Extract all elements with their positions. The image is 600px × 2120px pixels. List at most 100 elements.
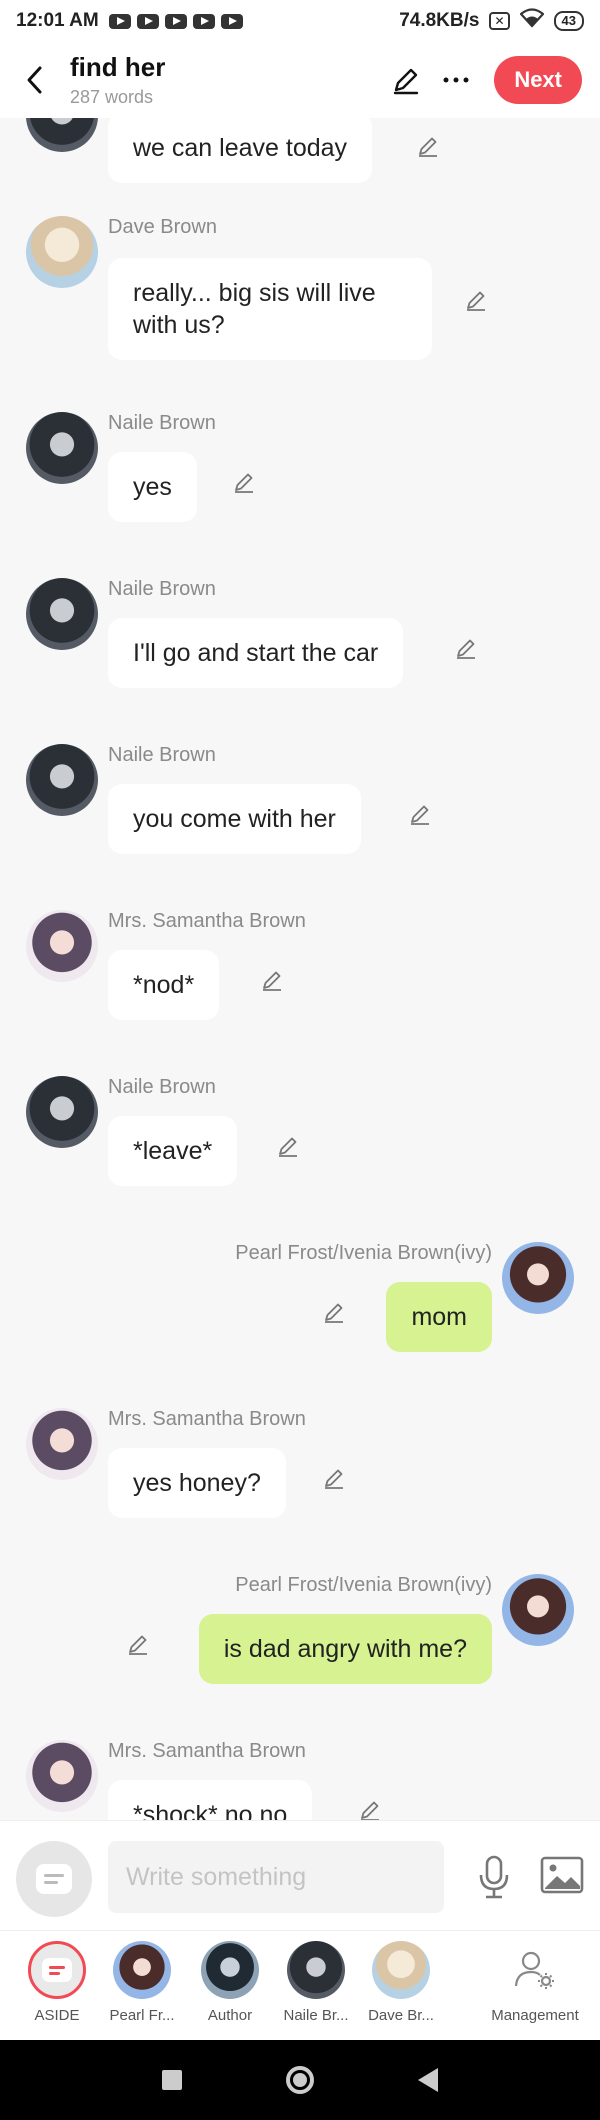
status-time: 12:01 AM bbox=[16, 10, 99, 31]
edit-message-button[interactable] bbox=[406, 800, 434, 828]
image-button[interactable] bbox=[540, 1855, 584, 1895]
message-bubble[interactable]: really... big sis will live with us? bbox=[108, 258, 432, 360]
pencil-icon bbox=[411, 805, 429, 825]
pencil-icon bbox=[457, 639, 475, 659]
edit-message-button[interactable] bbox=[258, 966, 286, 994]
character-label: ASIDE bbox=[34, 2007, 80, 2024]
microphone-icon bbox=[479, 1855, 509, 1899]
next-button[interactable]: Next bbox=[494, 56, 582, 104]
avatar-pearl-frost[interactable] bbox=[502, 1242, 574, 1314]
edit-message-button[interactable] bbox=[452, 634, 480, 662]
message-bubble[interactable]: is dad angry with me? bbox=[198, 1614, 492, 1684]
edit-message-button[interactable] bbox=[462, 286, 490, 314]
character-aside[interactable]: ASIDE bbox=[12, 1941, 102, 2024]
aside-avatar bbox=[28, 1941, 86, 1999]
pencil-icon bbox=[263, 971, 281, 991]
system-nav-bar bbox=[0, 2040, 600, 2120]
input-bar bbox=[0, 1820, 600, 1930]
avatar bbox=[201, 1941, 259, 1999]
recents-button[interactable] bbox=[162, 2070, 182, 2090]
more-dots-icon bbox=[443, 77, 469, 83]
avatar bbox=[372, 1941, 430, 1999]
avatar-samantha-brown[interactable] bbox=[26, 1408, 98, 1480]
edit-message-button[interactable] bbox=[274, 1132, 302, 1160]
sender-name: Mrs. Samantha Brown bbox=[108, 1740, 306, 1762]
avatar-dave-brown[interactable] bbox=[26, 216, 98, 288]
title-block: find her 287 words bbox=[70, 52, 384, 108]
wifi-icon bbox=[518, 8, 545, 34]
avatar-samantha-brown[interactable] bbox=[26, 1740, 98, 1812]
pencil-icon bbox=[279, 1137, 297, 1157]
youtube-icon bbox=[220, 13, 243, 29]
character-author[interactable]: Author bbox=[185, 1941, 275, 2024]
avatar-naile-brown[interactable] bbox=[26, 118, 98, 152]
pencil-icon bbox=[325, 1303, 343, 1323]
avatar-naile-brown[interactable] bbox=[26, 412, 98, 484]
management-button[interactable]: Management bbox=[480, 1941, 590, 2024]
message-bubble[interactable]: you come with her bbox=[108, 784, 361, 854]
chat-bubble-icon bbox=[36, 1864, 72, 1894]
avatar-naile-brown[interactable] bbox=[26, 578, 98, 650]
pencil-icon bbox=[419, 137, 437, 157]
page-title: find her bbox=[70, 52, 166, 82]
message-bubble[interactable]: *shock* no no bbox=[108, 1780, 313, 1820]
character-naile-brown[interactable]: Naile Br... bbox=[271, 1941, 361, 2024]
pencil-icon bbox=[361, 1801, 379, 1820]
status-bar: 12:01 AM 74.8KB/s ✕ 43 bbox=[0, 0, 600, 42]
sim-icon: ✕ bbox=[489, 12, 510, 30]
sender-name: Dave Brown bbox=[108, 216, 217, 238]
battery-icon: 43 bbox=[553, 11, 584, 31]
word-count: 287 words bbox=[70, 87, 154, 107]
pencil-icon bbox=[129, 1635, 147, 1655]
edit-message-button[interactable] bbox=[320, 1464, 348, 1492]
avatar-naile-brown[interactable] bbox=[26, 1076, 98, 1148]
character-label: Author bbox=[207, 2007, 253, 2024]
header: find her 287 words Next bbox=[0, 42, 600, 118]
youtube-icon bbox=[164, 13, 187, 29]
chat-area[interactable]: we can leave today Dave Brown really... … bbox=[0, 118, 600, 1820]
avatar-pearl-frost[interactable] bbox=[502, 1574, 574, 1646]
edit-message-button[interactable] bbox=[356, 1796, 384, 1820]
edit-message-button[interactable] bbox=[124, 1630, 152, 1658]
message-bubble[interactable]: *leave* bbox=[108, 1116, 238, 1186]
aside-button[interactable] bbox=[16, 1841, 92, 1917]
sender-name: Mrs. Samantha Brown bbox=[108, 910, 306, 932]
message-input[interactable] bbox=[108, 1841, 444, 1913]
character-label: Naile Br... bbox=[283, 2007, 349, 2024]
image-icon bbox=[540, 1856, 584, 1894]
youtube-icon bbox=[136, 13, 159, 29]
character-bar: ASIDE Pearl Fr... Author Naile Br... Dav… bbox=[0, 1930, 600, 2040]
pencil-icon bbox=[325, 1469, 343, 1489]
pencil-icon bbox=[467, 291, 485, 311]
message-bubble[interactable]: *nod* bbox=[108, 950, 220, 1020]
youtube-icon bbox=[192, 13, 215, 29]
sender-name: Naile Brown bbox=[108, 578, 216, 600]
message-bubble[interactable]: we can leave today bbox=[108, 118, 373, 183]
sender-name: Mrs. Samantha Brown bbox=[108, 1408, 306, 1430]
edit-message-button[interactable] bbox=[414, 132, 442, 160]
edit-message-button[interactable] bbox=[230, 468, 258, 496]
avatar-samantha-brown[interactable] bbox=[26, 910, 98, 982]
character-label: Pearl Fr... bbox=[109, 2007, 175, 2024]
edit-message-button[interactable] bbox=[320, 1298, 348, 1326]
home-button[interactable] bbox=[286, 2066, 314, 2094]
avatar bbox=[287, 1941, 345, 1999]
avatar-naile-brown[interactable] bbox=[26, 744, 98, 816]
management-icon bbox=[506, 1941, 564, 1999]
message-bubble[interactable]: I'll go and start the car bbox=[108, 618, 404, 688]
character-dave-brown[interactable]: Dave Br... bbox=[356, 1941, 446, 2024]
character-label: Dave Br... bbox=[368, 2007, 434, 2024]
message-bubble[interactable]: mom bbox=[386, 1282, 492, 1352]
microphone-button[interactable] bbox=[472, 1851, 516, 1903]
back-button[interactable] bbox=[0, 42, 70, 118]
sender-name: Naile Brown bbox=[108, 744, 216, 766]
sender-name: Naile Brown bbox=[108, 1076, 216, 1098]
edit-title-button[interactable] bbox=[384, 58, 428, 102]
message-bubble[interactable]: yes honey? bbox=[108, 1448, 286, 1518]
youtube-icon bbox=[108, 13, 131, 29]
back-nav-button[interactable] bbox=[418, 2068, 438, 2092]
more-button[interactable] bbox=[434, 58, 478, 102]
character-pearl-frost[interactable]: Pearl Fr... bbox=[97, 1941, 187, 2024]
character-label: Management bbox=[491, 2007, 579, 2024]
message-bubble[interactable]: yes bbox=[108, 452, 197, 522]
